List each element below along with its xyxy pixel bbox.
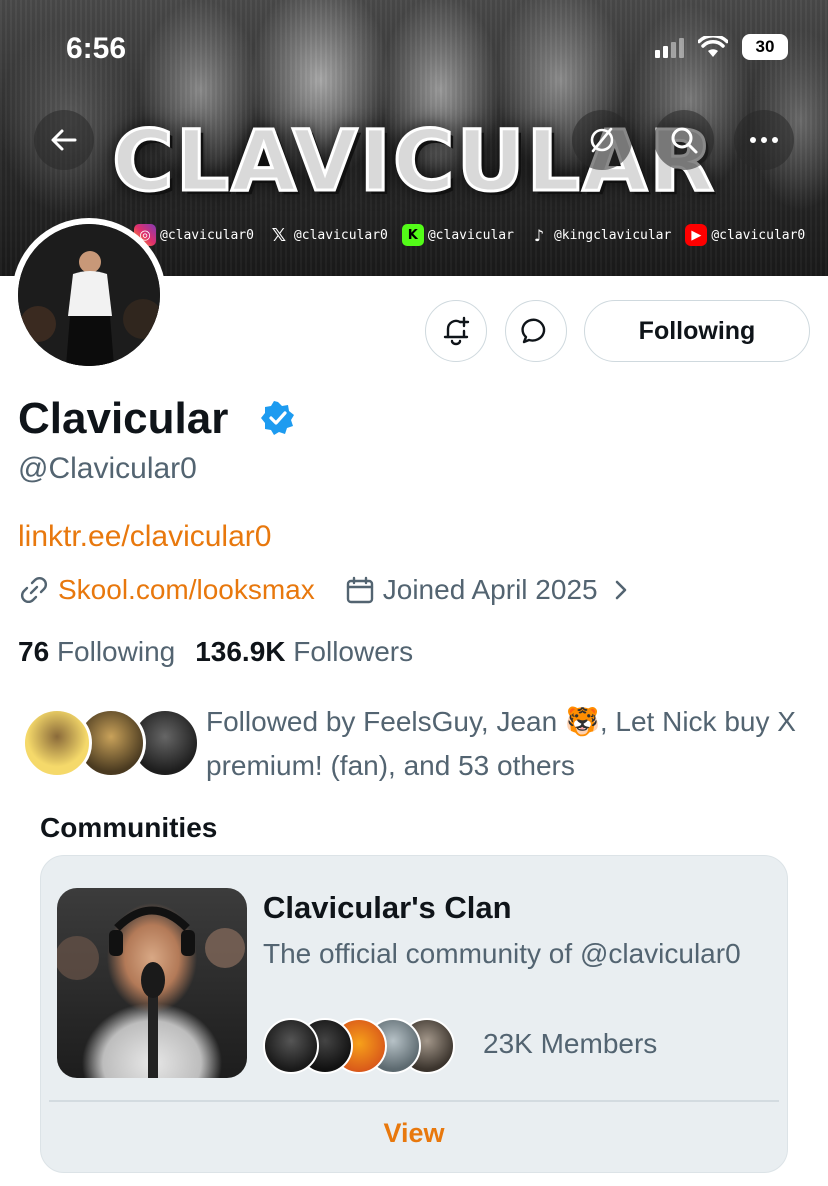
mute-toggle-button[interactable]: [572, 110, 632, 170]
more-options-button[interactable]: [734, 110, 794, 170]
cellular-signal-icon: [655, 36, 684, 58]
community-description: The official community of @clavicular0: [263, 938, 741, 969]
community-image: [57, 888, 247, 1078]
display-name: Clavicular: [18, 394, 229, 443]
avatar-figure: [18, 224, 160, 366]
status-time: 6:56: [66, 32, 127, 65]
arrow-left-icon: [51, 129, 77, 151]
social-x: 𝕏 @clavicular0: [268, 224, 388, 246]
calendar-icon: [346, 576, 373, 604]
view-community-button[interactable]: View: [41, 1118, 787, 1149]
wifi-icon: [698, 36, 728, 57]
followers-label: Followers: [293, 636, 414, 667]
status-indicators: 30: [655, 34, 788, 60]
search-button[interactable]: [654, 110, 714, 170]
followers-stat[interactable]: 136.9K Followers: [195, 636, 413, 668]
social-kick: K @clavicular: [401, 224, 514, 246]
more-dots-icon: [750, 137, 778, 143]
community-card[interactable]: Clavicular's Clan The official community…: [40, 855, 788, 1173]
youtube-icon: ▶: [685, 224, 708, 246]
avatar: [263, 1018, 319, 1074]
blocked-circle-icon: [590, 127, 614, 153]
message-button[interactable]: [505, 300, 567, 362]
tiktok-icon: ♪: [533, 225, 545, 245]
social-instagram: ◎ @clavicular0: [134, 224, 254, 246]
battery-indicator: 30: [742, 34, 788, 60]
profile-meta: Skool.com/looksmax Joined April 2025: [18, 574, 634, 606]
notifications-button[interactable]: [425, 300, 487, 362]
user-handle: @Clavicular0: [18, 452, 197, 485]
back-button[interactable]: [34, 110, 94, 170]
bell-plus-icon: [443, 316, 470, 346]
link-icon: [21, 577, 47, 603]
community-member-avatars: [263, 1018, 473, 1076]
community-name: Clavicular's Clan: [263, 890, 512, 925]
profile-avatar[interactable]: [12, 218, 166, 372]
joined-date: Joined April 2025: [382, 574, 598, 605]
community-members-count: 23K Members: [483, 1028, 658, 1059]
social-tiktok: ♪ @kingclavicular: [528, 224, 672, 246]
avatar-image: [18, 224, 160, 366]
followers-count: 136.9K: [195, 636, 286, 667]
avatar: [22, 708, 92, 778]
chat-bubble-icon: [521, 318, 546, 344]
banner-social-links: ◎ @clavicular0 𝕏 @clavicular0 K @clavicu…: [134, 222, 805, 248]
communities-heading: Communities: [40, 812, 218, 843]
chevron-right-icon[interactable]: [608, 577, 634, 603]
following-count: 76: [18, 636, 50, 667]
card-divider: [49, 1100, 779, 1102]
bio-link[interactable]: linktr.ee/clavicular0: [18, 520, 271, 554]
follow-stats: 76 Following 136.9K Followers: [18, 636, 413, 668]
verified-badge-icon: [261, 401, 294, 435]
website-link[interactable]: Skool.com/looksmax: [58, 574, 315, 606]
followed-by-text[interactable]: Followed by FeelsGuy, Jean 🐯, Let Nick b…: [206, 700, 806, 788]
following-button[interactable]: Following: [584, 300, 810, 362]
mutual-followers-avatars[interactable]: [22, 708, 200, 780]
kick-icon: K: [401, 224, 424, 246]
community-figure: [57, 906, 245, 1078]
social-youtube: ▶ @clavicular0: [685, 224, 805, 246]
following-label: Following: [56, 636, 176, 667]
following-stat[interactable]: 76 Following: [18, 636, 175, 668]
x-icon: 𝕏: [271, 224, 287, 246]
search-icon: [671, 127, 698, 154]
